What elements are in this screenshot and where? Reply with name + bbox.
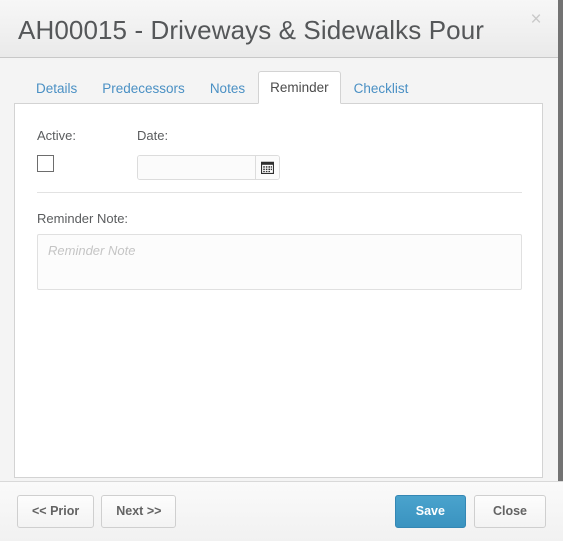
calendar-icon[interactable] [255, 156, 279, 179]
date-label: Date: [137, 128, 169, 143]
reminder-note-label: Reminder Note: [37, 211, 129, 226]
tab-notes[interactable]: Notes [198, 73, 257, 103]
tab-predecessors[interactable]: Predecessors [90, 73, 197, 103]
date-picker [137, 155, 280, 180]
tab-bar: Details Predecessors Notes Reminder Chec… [24, 71, 543, 104]
dialog-header: AH00015 - Driveways & Sidewalks Pour × [0, 0, 563, 58]
prior-button[interactable]: << Prior [17, 495, 95, 528]
active-label: Active: [37, 128, 77, 143]
section-divider [37, 192, 522, 193]
date-input[interactable] [138, 156, 255, 179]
page-title: AH00015 - Driveways & Sidewalks Pour [18, 14, 485, 45]
tab-checklist[interactable]: Checklist [342, 73, 421, 103]
reminder-dialog: AH00015 - Driveways & Sidewalks Pour × D… [0, 0, 563, 541]
next-button[interactable]: Next >> [101, 495, 177, 528]
footer-action-buttons: Save Close [394, 495, 546, 528]
tab-details[interactable]: Details [24, 73, 89, 103]
dialog-footer: << Prior Next >> Save Close [0, 481, 563, 541]
reminder-fields-row: Active: Date: [37, 128, 522, 180]
footer-nav-buttons: << Prior Next >> [17, 495, 177, 528]
page-scrollbar[interactable] [558, 0, 563, 481]
reminder-tab-panel: Active: Date: Reminder Note: Reminder No… [14, 103, 543, 478]
date-field-group: Date: [137, 128, 280, 180]
save-button[interactable]: Save [394, 495, 466, 528]
active-field-group: Active: [37, 128, 137, 172]
dialog-body: Details Predecessors Notes Reminder Chec… [0, 58, 563, 481]
close-x-icon[interactable]: × [525, 8, 547, 30]
active-checkbox[interactable] [37, 155, 54, 172]
close-button[interactable]: Close [473, 495, 546, 528]
tab-reminder[interactable]: Reminder [258, 71, 341, 104]
reminder-note-input[interactable] [37, 234, 522, 290]
